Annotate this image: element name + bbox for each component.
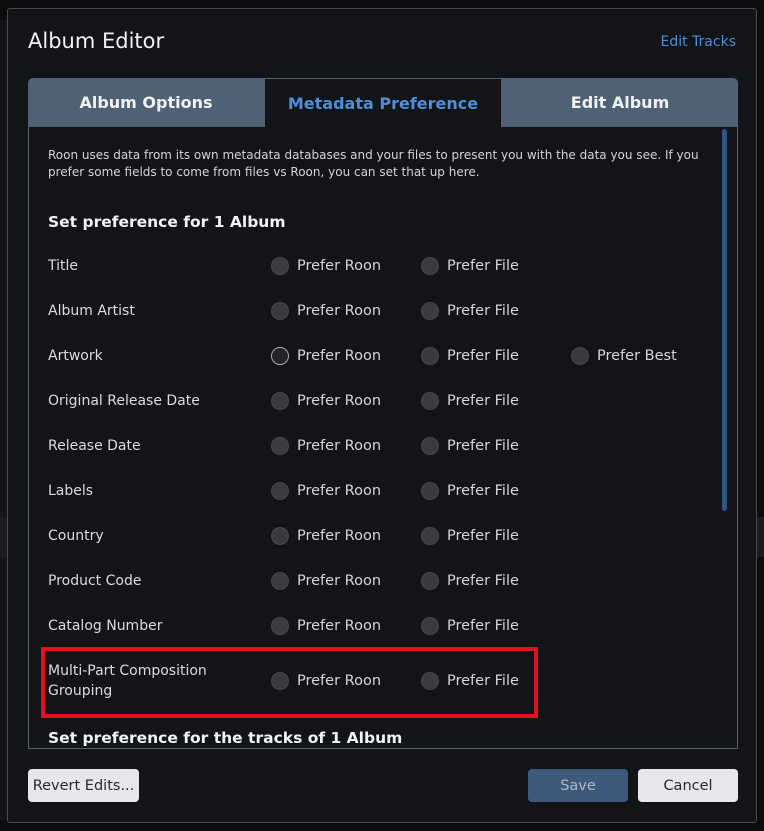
preference-row: Album Artist Prefer Roon Prefer File bbox=[48, 291, 728, 331]
preference-row: Product Code Prefer Roon Prefer File bbox=[48, 561, 728, 601]
preference-row: Release Date Prefer Roon Prefer File bbox=[48, 426, 728, 466]
prefer-file-label: Prefer File bbox=[447, 618, 519, 634]
preference-row-label: Product Code bbox=[48, 573, 142, 589]
radio-button-icon[interactable] bbox=[421, 302, 439, 320]
preference-row-label: Original Release Date bbox=[48, 393, 200, 409]
radio-button-icon[interactable] bbox=[271, 617, 289, 635]
prefer-file-option[interactable]: Prefer File bbox=[421, 347, 519, 365]
album-editor-dialog: Album Editor Edit Tracks Album Options M… bbox=[7, 8, 757, 823]
radio-button-icon[interactable] bbox=[271, 437, 289, 455]
prefer-file-label: Prefer File bbox=[447, 438, 519, 454]
prefer-file-label: Prefer File bbox=[447, 393, 519, 409]
preference-row: Artwork Prefer Roon Prefer File Prefer Best bbox=[48, 336, 728, 376]
prefer-roon-option[interactable]: Prefer Roon bbox=[271, 302, 381, 320]
prefer-roon-option[interactable]: Prefer Roon bbox=[271, 392, 381, 410]
radio-button-icon[interactable] bbox=[271, 482, 289, 500]
tab-metadata-preference[interactable]: Metadata Preference bbox=[264, 78, 502, 128]
prefer-roon-label: Prefer Roon bbox=[297, 303, 382, 319]
prefer-roon-label: Prefer Roon bbox=[297, 618, 382, 634]
radio-button-icon[interactable] bbox=[421, 527, 439, 545]
preference-row-label: Artwork bbox=[48, 348, 103, 364]
prefer-file-label: Prefer File bbox=[447, 258, 519, 274]
preference-row: Country Prefer Roon Prefer File bbox=[48, 516, 728, 556]
prefer-roon-option[interactable]: Prefer Roon bbox=[271, 527, 381, 545]
radio-button-icon[interactable] bbox=[571, 347, 589, 365]
tab-bar: Album Options Metadata Preference Edit A… bbox=[28, 78, 738, 128]
prefer-file-label: Prefer File bbox=[447, 573, 519, 589]
prefer-file-label: Prefer File bbox=[447, 528, 519, 544]
prefer-file-option[interactable]: Prefer File bbox=[421, 617, 519, 635]
preference-row: Catalog Number Prefer Roon Prefer File bbox=[48, 606, 728, 646]
radio-button-icon[interactable] bbox=[421, 437, 439, 455]
prefer-roon-label: Prefer Roon bbox=[297, 348, 382, 364]
prefer-file-option[interactable]: Prefer File bbox=[421, 482, 519, 500]
preference-row-label: Album Artist bbox=[48, 303, 135, 319]
section-title-album: Set preference for 1 Album bbox=[48, 213, 286, 231]
prefer-roon-label: Prefer Roon bbox=[297, 483, 382, 499]
prefer-roon-label: Prefer Roon bbox=[297, 438, 382, 454]
radio-button-icon[interactable] bbox=[271, 302, 289, 320]
prefer-roon-option[interactable]: Prefer Roon bbox=[271, 572, 381, 590]
preference-row-label: Catalog Number bbox=[48, 618, 163, 634]
section-title-tracks: Set preference for the tracks of 1 Album bbox=[48, 729, 403, 747]
preference-row: Title Prefer Roon Prefer File bbox=[48, 246, 728, 286]
preference-row-label: Release Date bbox=[48, 438, 141, 454]
preference-row: Labels Prefer Roon Prefer File bbox=[48, 471, 728, 511]
metadata-preference-panel: Roon uses data from its own metadata dat… bbox=[28, 127, 738, 749]
dialog-title: Album Editor bbox=[28, 29, 165, 53]
prefer-roon-option[interactable]: Prefer Roon bbox=[271, 617, 381, 635]
prefer-roon-option[interactable]: Prefer Roon bbox=[271, 437, 381, 455]
tab-album-options[interactable]: Album Options bbox=[28, 78, 264, 128]
prefer-roon-label: Prefer Roon bbox=[297, 393, 382, 409]
prefer-best-label: Prefer Best bbox=[597, 348, 677, 364]
radio-button-icon[interactable] bbox=[421, 482, 439, 500]
radio-button-icon[interactable] bbox=[421, 617, 439, 635]
radio-button-icon[interactable] bbox=[421, 392, 439, 410]
preference-row-label: Title bbox=[48, 258, 79, 274]
edit-tracks-link[interactable]: Edit Tracks bbox=[661, 34, 737, 50]
prefer-roon-label: Prefer Roon bbox=[297, 258, 382, 274]
highlight-box bbox=[41, 647, 538, 718]
preference-row-label: Labels bbox=[48, 483, 94, 499]
preference-row: Original Release Date Prefer Roon Prefer F… bbox=[48, 381, 728, 421]
prefer-file-option[interactable]: Prefer File bbox=[421, 572, 519, 590]
prefer-file-option[interactable]: Prefer File bbox=[421, 257, 519, 275]
prefer-roon-option[interactable]: Prefer Roon bbox=[271, 482, 381, 500]
radio-button-icon[interactable] bbox=[271, 347, 289, 365]
radio-button-icon[interactable] bbox=[271, 572, 289, 590]
revert-edits-button[interactable]: Revert Edits... bbox=[28, 769, 139, 802]
prefer-file-label: Prefer File bbox=[447, 348, 519, 364]
radio-button-icon[interactable] bbox=[421, 257, 439, 275]
prefer-file-option[interactable]: Prefer File bbox=[421, 392, 519, 410]
cancel-button[interactable]: Cancel bbox=[638, 769, 738, 802]
radio-button-icon[interactable] bbox=[271, 527, 289, 545]
prefer-file-option[interactable]: Prefer File bbox=[421, 527, 519, 545]
radio-button-icon[interactable] bbox=[271, 392, 289, 410]
prefer-file-label: Prefer File bbox=[447, 483, 519, 499]
prefer-roon-label: Prefer Roon bbox=[297, 573, 382, 589]
prefer-file-label: Prefer File bbox=[447, 303, 519, 319]
prefer-file-option[interactable]: Prefer File bbox=[421, 302, 519, 320]
prefer-roon-option[interactable]: Prefer Roon bbox=[271, 257, 381, 275]
preference-row-label: Country bbox=[48, 528, 104, 544]
prefer-roon-label: Prefer Roon bbox=[297, 528, 382, 544]
prefer-roon-option[interactable]: Prefer Roon bbox=[271, 347, 381, 365]
radio-button-icon[interactable] bbox=[421, 572, 439, 590]
save-button[interactable]: Save bbox=[528, 769, 628, 802]
prefer-file-option[interactable]: Prefer File bbox=[421, 437, 519, 455]
prefer-best-option[interactable]: Prefer Best bbox=[571, 347, 677, 365]
radio-button-icon[interactable] bbox=[421, 347, 439, 365]
radio-button-icon[interactable] bbox=[271, 257, 289, 275]
tab-edit-album[interactable]: Edit Album bbox=[502, 78, 738, 128]
intro-text: Roon uses data from its own metadata dat… bbox=[48, 148, 699, 179]
